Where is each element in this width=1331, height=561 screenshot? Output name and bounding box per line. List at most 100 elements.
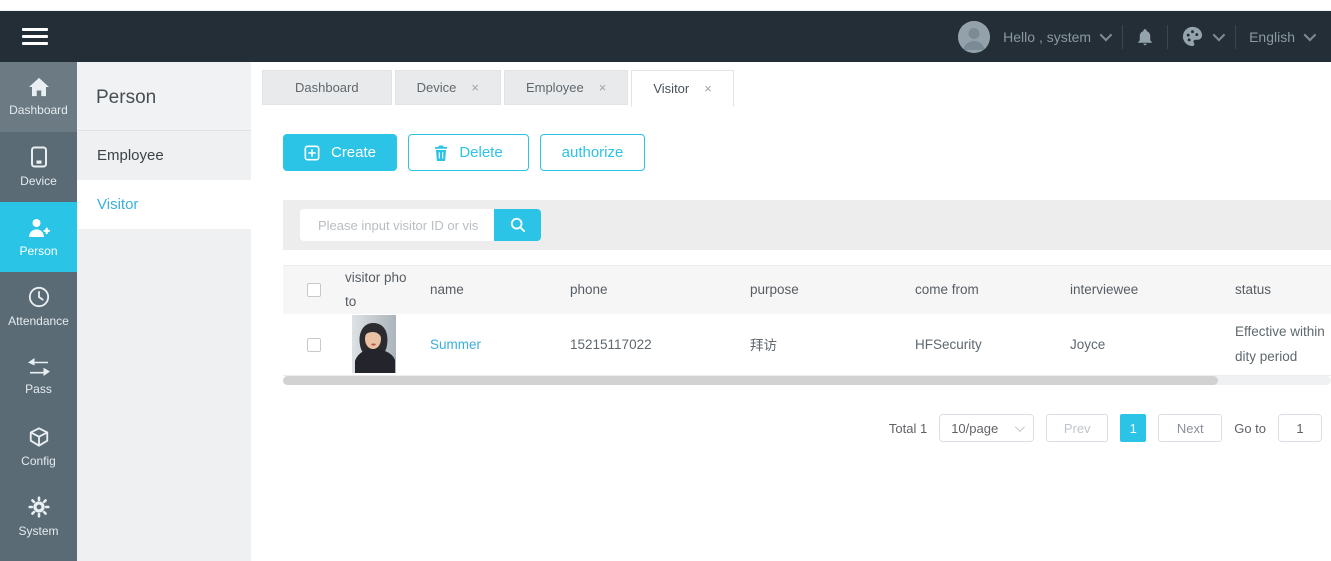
close-icon[interactable]: ×	[704, 81, 712, 96]
submenu-item-visitor[interactable]: Visitor	[77, 180, 251, 229]
tab-bar: Dashboard Device × Employee × Visitor ×	[262, 70, 734, 107]
sidebar-item-pass[interactable]: Pass	[0, 342, 77, 412]
avatar-person-icon	[958, 21, 990, 53]
column-come-from: come from	[908, 266, 1063, 314]
create-button-label: Create	[331, 144, 376, 161]
visitor-photo[interactable]	[352, 315, 396, 373]
sidebar-item-label: System	[18, 524, 58, 538]
delete-button[interactable]: Delete	[408, 134, 529, 171]
chevron-down-icon	[1304, 29, 1317, 42]
search-icon	[510, 217, 526, 233]
pagination-total: Total 1	[889, 421, 927, 436]
row-checkbox[interactable]	[307, 338, 321, 352]
current-page-button[interactable]: 1	[1120, 414, 1146, 442]
sidebar-item-dashboard[interactable]: Dashboard	[0, 62, 77, 132]
visitor-name-link[interactable]: Summer	[430, 337, 481, 352]
chevron-down-icon	[1100, 29, 1113, 42]
tab-label: Device	[417, 80, 457, 95]
page-size-select[interactable]: 10/page	[939, 414, 1034, 442]
user-menu[interactable]: Hello , system	[1003, 29, 1109, 45]
chevron-down-icon	[1015, 422, 1025, 432]
select-all-checkbox[interactable]	[307, 283, 321, 297]
page-size-value: 10/page	[951, 421, 998, 436]
delete-trash-icon	[434, 145, 448, 161]
close-icon[interactable]: ×	[471, 80, 479, 95]
visitor-come-from: HFSecurity	[908, 314, 1063, 376]
sidebar-item-label: Dashboard	[9, 103, 68, 117]
table-header-row: visitor photo name phone purpose come fr…	[283, 266, 1331, 314]
authorize-button[interactable]: authorize	[540, 134, 645, 171]
visitor-table: visitor photo name phone purpose come fr…	[283, 265, 1331, 376]
theme-switcher[interactable]	[1181, 25, 1222, 48]
pagination: Total 1 10/page Prev 1 Next Go to	[889, 414, 1322, 442]
search-button[interactable]	[494, 209, 541, 241]
main-content: Dashboard Device × Employee × Visitor × …	[251, 62, 1331, 561]
sidebar-item-system[interactable]: System	[0, 482, 77, 552]
sidebar-item-device[interactable]: Device	[0, 132, 77, 202]
tab-label: Visitor	[653, 81, 689, 96]
sidebar-item-label: Attendance	[8, 314, 69, 328]
visitor-phone: 15215117022	[563, 314, 743, 376]
language-label: English	[1249, 29, 1295, 45]
top-navbar: Hello , system English	[0, 11, 1331, 62]
tab-visitor[interactable]: Visitor ×	[631, 70, 733, 107]
horizontal-scrollbar[interactable]	[283, 376, 1331, 385]
sidebar-item-label: Device	[20, 174, 57, 188]
column-interviewee: interviewee	[1063, 266, 1228, 314]
language-selector[interactable]: English	[1249, 29, 1313, 45]
visitor-table-wrap: visitor photo name phone purpose come fr…	[283, 265, 1331, 376]
pass-arrows-icon	[27, 358, 51, 376]
column-purpose: purpose	[743, 266, 908, 314]
sidebar-item-person[interactable]: Person	[0, 202, 77, 272]
submenu-title: Person	[77, 62, 251, 131]
home-icon	[28, 77, 50, 97]
visitor-status: Effective within dity period	[1228, 314, 1331, 376]
create-plus-icon	[304, 145, 320, 161]
sidebar-item-label: Config	[21, 454, 56, 468]
status-line: Effective within	[1235, 319, 1331, 345]
sidebar-item-label: Person	[19, 244, 57, 258]
visitor-purpose: 拜访	[743, 314, 908, 376]
visitor-interviewee: Joyce	[1063, 314, 1228, 376]
close-icon[interactable]: ×	[599, 80, 607, 95]
authorize-button-label: authorize	[562, 144, 624, 161]
main-sidebar: Dashboard Device Person Attendance Pass	[0, 62, 77, 561]
person-add-icon	[27, 217, 51, 238]
tab-device[interactable]: Device ×	[395, 70, 501, 105]
attendance-clock-icon	[28, 286, 50, 308]
goto-label: Go to	[1234, 421, 1266, 436]
tab-label: Employee	[526, 80, 584, 95]
column-name: name	[423, 266, 563, 314]
config-cube-icon	[28, 426, 50, 448]
tab-dashboard[interactable]: Dashboard	[262, 70, 392, 105]
goto-page-input[interactable]	[1278, 414, 1322, 442]
column-phone: phone	[563, 266, 743, 314]
delete-button-label: Delete	[459, 144, 502, 161]
divider	[1122, 25, 1123, 49]
scrollbar-thumb[interactable]	[283, 376, 1218, 385]
system-gear-icon	[28, 496, 50, 518]
column-visitor-photo: visitor photo	[345, 266, 409, 313]
chevron-down-icon	[1213, 29, 1226, 42]
next-page-button[interactable]: Next	[1158, 414, 1222, 442]
tab-label: Dashboard	[295, 80, 359, 95]
browser-remnant-strip	[0, 0, 1331, 11]
device-icon	[30, 146, 48, 168]
search-band	[283, 200, 1331, 250]
submenu-panel: Person Employee Visitor	[77, 62, 251, 561]
bell-icon[interactable]	[1136, 27, 1154, 47]
hamburger-menu-icon[interactable]	[22, 24, 48, 49]
create-button[interactable]: Create	[283, 134, 397, 171]
theme-palette-icon	[1181, 25, 1204, 48]
divider	[1167, 25, 1168, 49]
tab-employee[interactable]: Employee ×	[504, 70, 628, 105]
table-row: Summer 15215117022 拜访 HFSecurity Joyce E…	[283, 314, 1331, 376]
submenu-item-employee[interactable]: Employee	[77, 131, 251, 180]
search-input[interactable]	[300, 209, 494, 241]
prev-page-button[interactable]: Prev	[1046, 414, 1108, 442]
divider	[1235, 25, 1236, 49]
user-avatar[interactable]	[958, 21, 990, 53]
sidebar-item-attendance[interactable]: Attendance	[0, 272, 77, 342]
sidebar-item-config[interactable]: Config	[0, 412, 77, 482]
toolbar: Create Delete authorize	[283, 134, 645, 171]
